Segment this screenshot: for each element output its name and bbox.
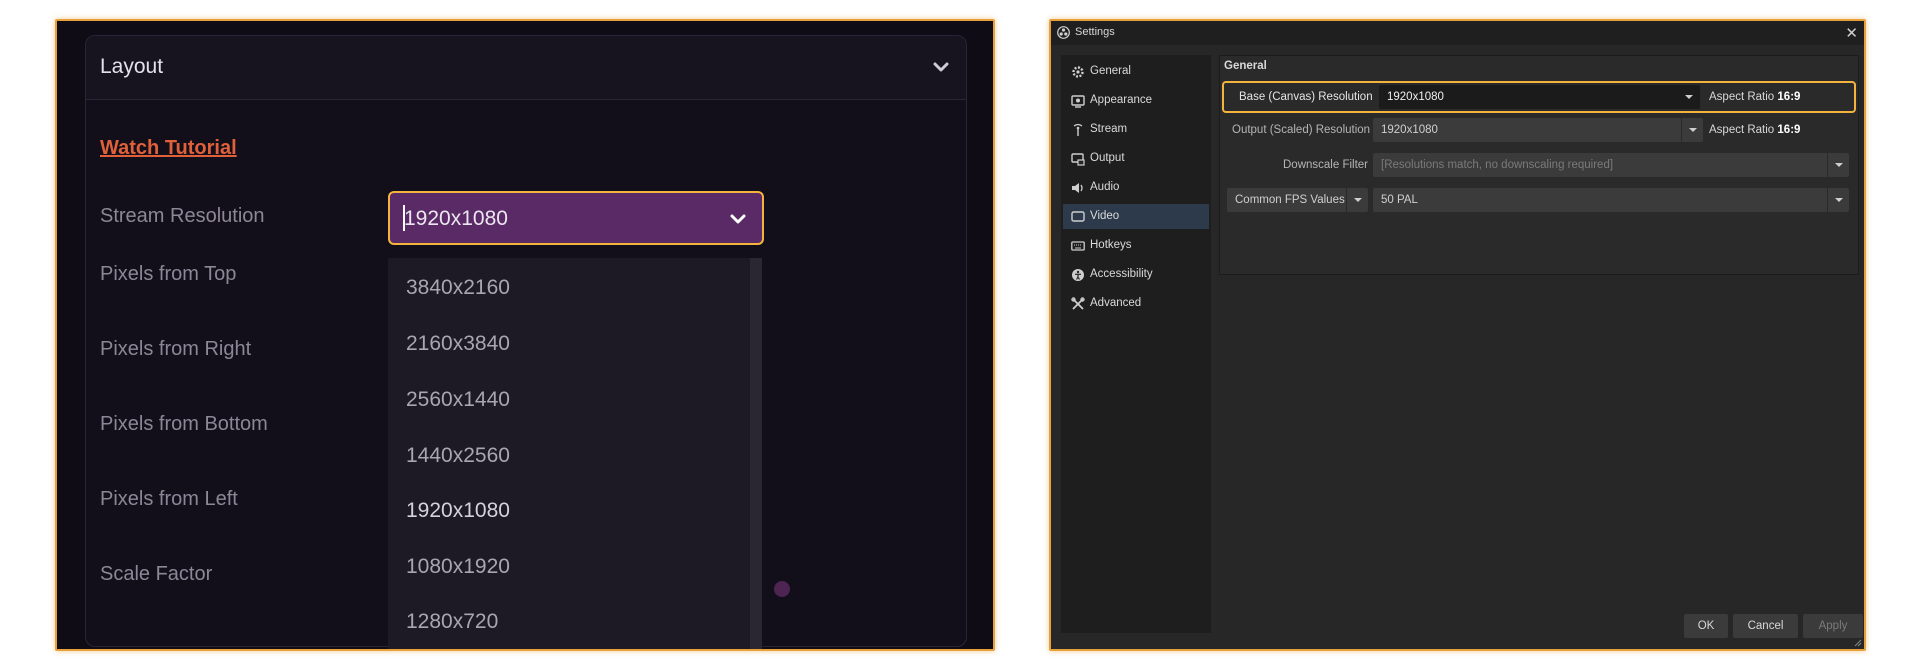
dropdown-option[interactable]: 2160x3840 xyxy=(406,332,510,356)
chevron-down-icon[interactable] xyxy=(930,56,952,78)
ok-button[interactable]: OK xyxy=(1684,614,1728,638)
sidebar-item-label: Stream xyxy=(1090,123,1128,135)
window-title: Settings xyxy=(1075,26,1115,38)
downscale-filter-combo[interactable]: [Resolutions match, no downscaling requi… xyxy=(1373,153,1849,177)
sidebar-item-hotkeys[interactable]: Hotkeys xyxy=(1063,233,1209,258)
downscale-filter-label: Downscale Filter xyxy=(1283,159,1368,171)
stream-resolution-label: Stream Resolution xyxy=(100,205,265,227)
appearance-icon xyxy=(1071,95,1085,108)
sidebar-item-accessibility[interactable]: Accessibility xyxy=(1063,262,1209,287)
scale-factor-label: Scale Factor xyxy=(100,563,213,585)
resolution-dropdown-list: 3840x2160 2160x3840 2560x1440 1440x2560 … xyxy=(388,258,762,649)
title-bar: Settings ✕ xyxy=(1051,21,1864,45)
layout-section-header[interactable]: Layout xyxy=(86,36,966,100)
dropdown-arrow-icon[interactable] xyxy=(1678,85,1700,109)
dropdown-arrow-icon[interactable] xyxy=(1346,188,1368,212)
dropdown-option[interactable]: 1440x2560 xyxy=(406,444,510,468)
sidebar-item-label: Video xyxy=(1090,210,1120,222)
base-resolution-value: 1920x1080 xyxy=(1387,91,1444,103)
sidebar-item-stream[interactable]: Stream xyxy=(1063,117,1209,142)
stream-resolution-select[interactable]: 1920x1080 xyxy=(388,191,764,245)
sidebar-item-audio[interactable]: Audio xyxy=(1063,175,1209,200)
pixels-from-bottom-label: Pixels from Bottom xyxy=(100,413,268,435)
settings-sidebar: General Appearance Stream Output Audio V… xyxy=(1061,55,1211,633)
sidebar-item-label: Accessibility xyxy=(1090,268,1153,280)
stream-resolution-value: 1920x1080 xyxy=(404,207,508,230)
close-icon[interactable]: ✕ xyxy=(1845,24,1858,42)
gear-icon xyxy=(1072,66,1084,78)
accessibility-icon xyxy=(1072,269,1084,281)
downscale-filter-value: [Resolutions match, no downscaling requi… xyxy=(1381,159,1614,171)
antenna-icon xyxy=(1073,123,1083,136)
scale-factor-slider-thumb[interactable] xyxy=(774,581,790,597)
fps-type-combo[interactable]: Common FPS Values xyxy=(1227,188,1368,212)
layout-title: Layout xyxy=(100,55,164,78)
aspect-ratio-value: 16:9 xyxy=(1777,91,1801,103)
dropdown-scrollbar[interactable] xyxy=(750,258,762,649)
fps-type-value: Common FPS Values xyxy=(1235,194,1345,206)
layout-panel: Layout Watch Tutorial Stream Resolution … xyxy=(55,19,995,651)
sidebar-item-video[interactable]: Video xyxy=(1063,204,1209,229)
dropdown-option-selected[interactable]: 1920x1080 xyxy=(406,499,510,523)
watch-tutorial-link[interactable]: Watch Tutorial xyxy=(100,137,237,160)
wrench-icon xyxy=(1071,297,1085,310)
output-resolution-value: 1920x1080 xyxy=(1381,124,1438,136)
sidebar-item-label: General xyxy=(1090,65,1131,77)
fps-value: 50 PAL xyxy=(1381,194,1418,206)
aspect-ratio-prefix: Aspect Ratio xyxy=(1709,124,1775,136)
dropdown-option[interactable]: 1080x1920 xyxy=(406,555,510,579)
fps-value-combo[interactable]: 50 PAL xyxy=(1373,188,1849,212)
apply-button[interactable]: Apply xyxy=(1803,614,1863,638)
pixels-from-top-label: Pixels from Top xyxy=(100,263,237,285)
dropdown-arrow-icon[interactable] xyxy=(1827,188,1849,212)
sidebar-item-general[interactable]: General xyxy=(1063,59,1209,84)
output-resolution-label: Output (Scaled) Resolution xyxy=(1232,124,1371,136)
dropdown-option[interactable]: 1280x720 xyxy=(406,610,498,634)
dropdown-option[interactable]: 2560x1440 xyxy=(406,388,510,412)
group-title: General xyxy=(1224,60,1267,72)
keyboard-icon xyxy=(1071,241,1085,251)
obs-settings-window: Settings ✕ General Appearance Stream Out… xyxy=(1049,19,1866,651)
dropdown-option[interactable]: 3840x2160 xyxy=(406,276,510,300)
sidebar-item-label: Audio xyxy=(1090,181,1120,193)
sidebar-item-label: Hotkeys xyxy=(1090,239,1132,251)
pixels-from-left-label: Pixels from Left xyxy=(100,488,238,510)
sidebar-item-label: Output xyxy=(1090,152,1125,164)
sidebar-item-advanced[interactable]: Advanced xyxy=(1063,291,1209,316)
base-resolution-combo[interactable]: 1920x1080 xyxy=(1379,85,1700,109)
sidebar-item-output[interactable]: Output xyxy=(1063,146,1209,171)
sidebar-item-label: Advanced xyxy=(1090,297,1142,309)
aspect-ratio-prefix: Aspect Ratio xyxy=(1709,91,1775,103)
chevron-down-icon xyxy=(730,214,746,224)
layout-card: Layout Watch Tutorial Stream Resolution … xyxy=(85,35,967,649)
dropdown-arrow-icon[interactable] xyxy=(1827,153,1849,177)
speaker-icon xyxy=(1072,183,1083,193)
base-resolution-label: Base (Canvas) Resolution xyxy=(1239,91,1373,103)
monitor-icon xyxy=(1071,211,1085,222)
base-aspect-ratio: Aspect Ratio 16:9 xyxy=(1709,91,1800,103)
output-aspect-ratio: Aspect Ratio 16:9 xyxy=(1709,124,1800,136)
output-resolution-combo[interactable]: 1920x1080 xyxy=(1373,118,1703,142)
cancel-button[interactable]: Cancel xyxy=(1733,614,1798,638)
output-icon xyxy=(1071,153,1085,166)
obs-logo-icon xyxy=(1057,26,1070,39)
sidebar-item-appearance[interactable]: Appearance xyxy=(1063,88,1209,113)
pixels-from-right-label: Pixels from Right xyxy=(100,338,252,360)
dropdown-arrow-icon[interactable] xyxy=(1681,118,1703,142)
resize-grip-icon[interactable] xyxy=(1854,639,1862,647)
aspect-ratio-value: 16:9 xyxy=(1777,124,1801,136)
sidebar-item-label: Appearance xyxy=(1090,94,1153,106)
